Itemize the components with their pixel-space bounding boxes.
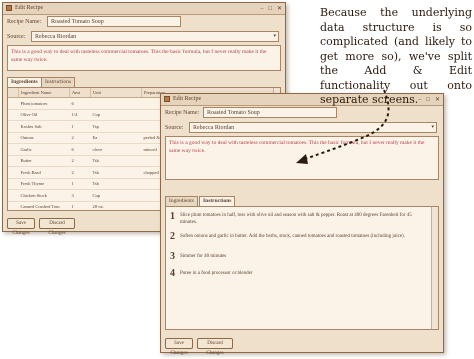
table-cell[interactable]: 6 xyxy=(69,97,91,110)
chevron-down-icon: ▾ xyxy=(273,34,276,39)
row-selector[interactable] xyxy=(8,189,19,202)
row-selector[interactable] xyxy=(8,132,19,144)
source-label: Source: xyxy=(165,125,184,131)
app-icon xyxy=(6,5,12,11)
column-header[interactable]: Amt xyxy=(69,88,91,98)
table-cell[interactable]: Canned Crushed Tom xyxy=(18,201,70,210)
front-window-title: Edit Recipe xyxy=(173,96,202,102)
column-header[interactable]: Ingredient Name xyxy=(18,88,70,98)
close-icon[interactable]: ✕ xyxy=(277,4,282,15)
back-save-label: Save Changes xyxy=(12,221,30,236)
table-cell[interactable]: Chicken Stock xyxy=(18,189,70,202)
recipe-name-label: Recipe Name: xyxy=(7,19,42,25)
table-cell[interactable]: 2 xyxy=(69,155,91,167)
row-selector[interactable] xyxy=(8,97,19,110)
front-edit-recipe-window: Edit Recipe – □ ✕ Recipe Name: Roasted T… xyxy=(160,93,444,356)
table-cell[interactable]: 28-oz. xyxy=(90,201,142,210)
table-cell[interactable]: Plum tomatoes xyxy=(18,97,70,110)
tab-ingredients-label: Ingredients xyxy=(11,79,38,85)
minimize-icon[interactable]: – xyxy=(260,4,263,15)
row-selector[interactable] xyxy=(8,120,19,133)
table-cell[interactable] xyxy=(90,97,142,110)
table-cell[interactable]: Fresh Thyme xyxy=(18,178,70,190)
recipe-name-input[interactable]: Roasted Tomato Soup xyxy=(203,107,337,118)
table-cell[interactable]: 2 xyxy=(69,166,91,179)
annotation-text: Because the underlying data structure is… xyxy=(320,6,472,106)
table-cell[interactable]: Garlic xyxy=(18,143,70,156)
back-save-button[interactable]: Save Changes xyxy=(7,218,35,236)
step-text[interactable]: Puree in a food processor or blender xyxy=(180,270,430,277)
table-cell[interactable]: 1 xyxy=(69,120,91,133)
description-textarea[interactable]: This is a good way to deal with tasteles… xyxy=(165,136,439,180)
row-selector[interactable] xyxy=(8,201,19,210)
app-icon xyxy=(164,96,170,102)
row-selector-header xyxy=(8,88,19,98)
front-save-button[interactable]: Save Changes xyxy=(165,338,193,356)
step-number: 3 xyxy=(170,251,175,262)
table-cell[interactable]: Cup xyxy=(90,109,142,121)
source-select[interactable]: Rebecca Riordan ▾ xyxy=(189,122,437,133)
front-discard-button[interactable]: Discard Changes xyxy=(197,338,233,356)
table-cell[interactable]: Tsb xyxy=(90,155,142,167)
row-selector[interactable] xyxy=(8,155,19,167)
row-selector[interactable] xyxy=(8,178,19,190)
step-text[interactable]: Soften onions and garlic in butter. Add … xyxy=(180,233,430,240)
table-cell[interactable]: Ea xyxy=(90,132,142,144)
back-discard-label: Discard Changes xyxy=(48,221,66,236)
chevron-down-icon: ▾ xyxy=(431,125,434,130)
step-text[interactable]: Slice plum tomatoes in half, toss with o… xyxy=(180,212,430,226)
row-selector[interactable] xyxy=(8,109,19,121)
table-cell[interactable]: Tsb xyxy=(90,178,142,190)
step-text[interactable]: Simmer for 40 minutes xyxy=(180,253,430,260)
back-window-title: Edit Recipe xyxy=(15,5,44,11)
instructions-scrollbar[interactable] xyxy=(431,207,438,329)
table-cell[interactable]: 3 xyxy=(69,189,91,202)
back-discard-button[interactable]: Discard Changes xyxy=(39,218,75,236)
tab-instructions-label: Instructions xyxy=(203,198,232,204)
table-cell[interactable]: Onions xyxy=(18,132,70,144)
step-number: 1 xyxy=(170,211,175,222)
maximize-icon[interactable]: □ xyxy=(268,4,272,15)
description-text: This is a good way to deal with tasteles… xyxy=(11,49,267,63)
source-select[interactable]: Rebecca Riordan ▾ xyxy=(31,31,279,42)
table-cell[interactable]: 6 xyxy=(69,143,91,156)
description-textarea[interactable]: This is a good way to deal with tasteles… xyxy=(7,45,281,71)
back-title-bar: Edit Recipe – □ ✕ xyxy=(3,3,285,15)
table-cell[interactable]: Fresh Basil xyxy=(18,166,70,179)
recipe-name-value: Roasted Tomato Soup xyxy=(207,110,260,116)
table-cell[interactable]: Kosher Salt xyxy=(18,120,70,133)
table-cell[interactable]: Tsb xyxy=(90,166,142,179)
source-value: Rebecca Riordan xyxy=(35,34,77,40)
table-cell[interactable]: Butter xyxy=(18,155,70,167)
table-cell[interactable]: 1 xyxy=(69,178,91,190)
table-cell[interactable]: 2 xyxy=(69,132,91,144)
tab-instructions-label: Instructions xyxy=(45,79,71,85)
recipe-name-value: Roasted Tomato Soup xyxy=(51,19,104,25)
table-cell[interactable]: 1/4 xyxy=(69,109,91,121)
table-cell[interactable]: Olive Oil xyxy=(18,109,70,121)
step-number: 4 xyxy=(170,268,175,279)
back-window-controls: – □ ✕ xyxy=(260,4,282,15)
source-value: Rebecca Riordan xyxy=(193,125,235,131)
row-selector[interactable] xyxy=(8,166,19,179)
step-number: 2 xyxy=(170,231,175,242)
row-selector[interactable] xyxy=(8,143,19,156)
source-label: Source: xyxy=(7,34,26,40)
recipe-name-input[interactable]: Roasted Tomato Soup xyxy=(47,16,181,27)
table-cell[interactable]: Cup xyxy=(90,189,142,202)
description-text: This is a good way to deal with tasteles… xyxy=(169,140,425,154)
table-cell[interactable]: clove xyxy=(90,143,142,156)
recipe-name-label: Recipe Name: xyxy=(165,110,200,116)
tab-ingredients-label: Ingredients xyxy=(169,198,194,204)
instructions-panel: 1 Slice plum tomatoes in half, toss with… xyxy=(165,206,439,330)
table-cell[interactable]: Tsp xyxy=(90,120,142,133)
column-header[interactable]: Unit xyxy=(90,88,142,98)
table-cell[interactable]: 1 xyxy=(69,201,91,210)
